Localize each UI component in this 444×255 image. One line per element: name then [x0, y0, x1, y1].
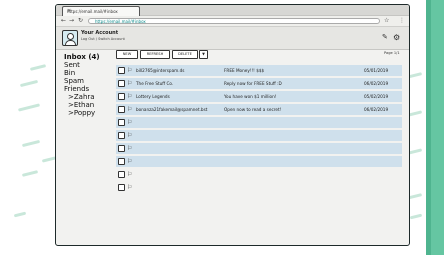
tab-strip: https://email.mail/#inbox × [56, 5, 409, 16]
star-icon[interactable]: ☆ [384, 16, 389, 26]
account-switch-link[interactable]: Log Out / Switch Account [81, 37, 125, 41]
email-list: ⚐ bill2765@interspam.ds FREE Money!!! $$… [116, 65, 402, 195]
table-row[interactable]: ⚐ [116, 130, 402, 141]
menu-icon[interactable]: ⋮ [399, 16, 405, 26]
email-sender: bonanza21fakemail@spamnet.bst [136, 107, 208, 112]
folder-inbox[interactable]: Inbox (4) [64, 53, 114, 61]
table-row[interactable]: ⚐ Lottery Legends You have won $1 millio… [116, 91, 402, 102]
email-subject: Reply now for FREE Stuff :D [224, 81, 282, 86]
email-date: 05/01/2019 [364, 68, 389, 73]
email-sender: The Free Stuff Co. [136, 81, 174, 86]
flag-icon[interactable]: ⚐ [127, 183, 132, 192]
email-sender: Lottery Legends [136, 94, 170, 99]
folder-sent[interactable]: Sent [64, 61, 114, 69]
email-date: 06/02/2019 [364, 107, 389, 112]
folder-bin[interactable]: Bin [64, 69, 114, 77]
email-date: 06/02/2019 [364, 81, 389, 86]
flag-icon[interactable]: ⚐ [127, 157, 132, 166]
row-checkbox[interactable] [118, 158, 125, 165]
email-subject: You have won $1 million! [224, 94, 277, 99]
delete-button[interactable]: DELETE [172, 50, 198, 59]
account-title: Your Account [81, 30, 119, 36]
side-accent-bar [426, 0, 444, 255]
table-row[interactable]: ⚐ [116, 143, 402, 154]
row-checkbox[interactable] [118, 67, 125, 74]
browser-tab[interactable]: https://email.mail/#inbox × [62, 6, 140, 16]
folder-list: Inbox (4) Sent Bin Spam Friends >Zahra >… [64, 53, 114, 117]
row-checkbox[interactable] [118, 184, 125, 191]
more-dropdown-button[interactable]: ▼ [199, 50, 208, 59]
table-row[interactable]: ⚐ [116, 156, 402, 167]
flag-icon[interactable]: ⚐ [127, 79, 132, 88]
flag-icon[interactable]: ⚐ [127, 144, 132, 153]
flag-icon[interactable]: ⚐ [127, 131, 132, 140]
compose-icon[interactable]: ✎ [382, 34, 389, 41]
close-icon[interactable]: × [67, 7, 135, 16]
avatar[interactable] [62, 30, 78, 46]
email-date: 05/02/2019 [364, 94, 389, 99]
back-arrow-icon[interactable]: ← [61, 16, 66, 26]
table-row[interactable]: ⚐ bonanza21fakemail@spamnet.bst Open now… [116, 104, 402, 115]
folder-poppy[interactable]: >Poppy [64, 109, 114, 117]
address-bar: ← → ↻ https://email.mail/#inbox ☆ ⋮ [56, 16, 409, 27]
folder-spam[interactable]: Spam [64, 77, 114, 85]
row-checkbox[interactable] [118, 171, 125, 178]
folder-zahra[interactable]: >Zahra [64, 93, 114, 101]
table-row[interactable]: ⚐ [116, 117, 402, 128]
flag-icon[interactable]: ⚐ [127, 66, 132, 75]
folder-friends[interactable]: Friends [64, 85, 114, 93]
flag-icon[interactable]: ⚐ [127, 92, 132, 101]
flag-icon[interactable]: ⚐ [127, 170, 132, 179]
table-row[interactable]: ⚐ bill2765@interspam.ds FREE Money!!! $$… [116, 65, 402, 76]
table-row[interactable]: ⚐ [116, 182, 402, 193]
flag-icon[interactable]: ⚐ [127, 118, 132, 127]
table-row[interactable]: ⚐ The Free Stuff Co. Reply now for FREE … [116, 78, 402, 89]
row-checkbox[interactable] [118, 132, 125, 139]
flag-icon[interactable]: ⚐ [127, 105, 132, 114]
refresh-button[interactable]: REFRESH [140, 50, 170, 59]
row-checkbox[interactable] [118, 119, 125, 126]
folder-ethan[interactable]: >Ethan [64, 101, 114, 109]
table-row[interactable]: ⚐ [116, 169, 402, 180]
forward-arrow-icon[interactable]: → [69, 16, 74, 26]
email-sender: bill2765@interspam.ds [136, 68, 185, 73]
row-checkbox[interactable] [118, 80, 125, 87]
url-input[interactable]: https://email.mail/#inbox [88, 18, 380, 24]
reload-icon[interactable]: ↻ [78, 16, 83, 26]
email-subject: FREE Money!!! $$$ [224, 68, 265, 73]
email-subject: Open now to read a secret! [224, 107, 282, 112]
account-header: Your Account Log Out / Switch Account ✎ … [56, 27, 409, 50]
gear-icon[interactable]: ⚙ [393, 34, 401, 42]
row-checkbox[interactable] [118, 145, 125, 152]
page-indicator: Page 1/1 [384, 51, 400, 55]
row-checkbox[interactable] [118, 93, 125, 100]
new-button[interactable]: NEW [116, 50, 138, 59]
row-checkbox[interactable] [118, 106, 125, 113]
